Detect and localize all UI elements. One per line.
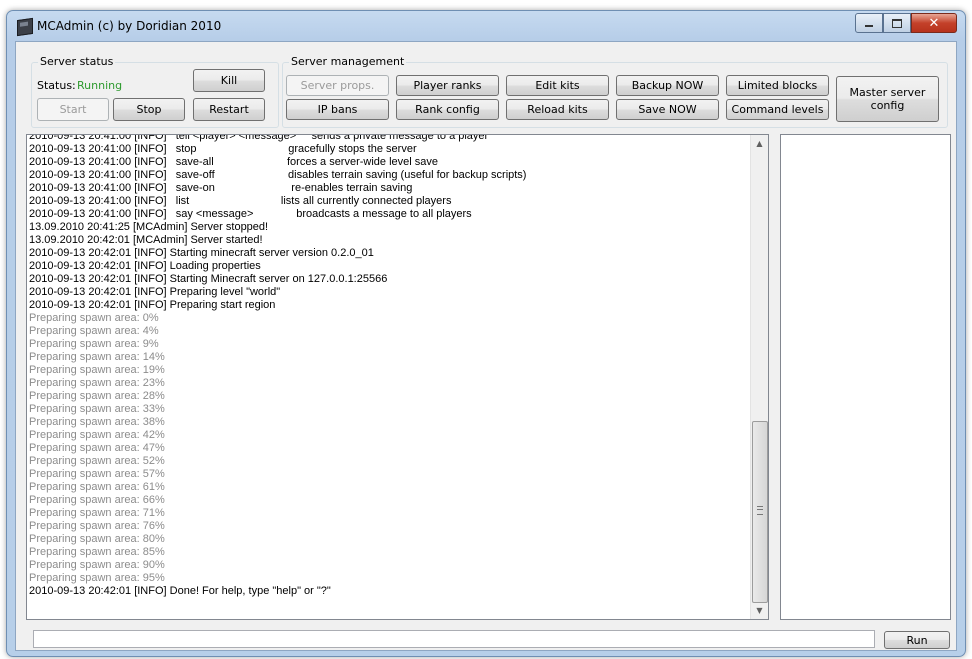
console-line: Preparing spawn area: 80% [29,533,165,545]
console-log[interactable]: 2010-09-13 20:41:00 [INFO] tell <player>… [26,134,769,620]
console-line: Preparing spawn area: 33% [29,403,165,415]
console-line: Preparing spawn area: 14% [29,351,165,363]
console-line: 2010-09-13 20:41:00 [INFO] save-all forc… [29,156,439,168]
console-lines: 2010-09-13 20:41:00 [INFO] tell <player>… [29,134,750,598]
rank-config-button[interactable]: Rank config [396,99,499,120]
status-value: Running [77,79,123,92]
console-line: Preparing spawn area: 90% [29,559,165,571]
console-line: Preparing spawn area: 9% [29,338,159,350]
player-ranks-button[interactable]: Player ranks [396,75,499,96]
title-bar[interactable]: MCAdmin (c) by Doridian 2010 ✕ [7,11,965,41]
console-line: 2010-09-13 20:42:01 [INFO] Done! For hel… [29,585,331,597]
console-line: Preparing spawn area: 71% [29,507,165,519]
backup-now-button[interactable]: Backup NOW [616,75,719,96]
console-line: Preparing spawn area: 19% [29,364,165,376]
maximize-icon [892,18,902,28]
console-line: 2010-09-13 20:42:01 [INFO] Loading prope… [29,260,261,272]
server-status-group-label: Server status [38,55,116,68]
command-input[interactable] [33,630,875,648]
console-line: Preparing spawn area: 4% [29,325,159,337]
grip-icon [757,506,763,515]
stop-button[interactable]: Stop [113,98,185,121]
console-line: 13.09.2010 20:41:25 [MCAdmin] Server sto… [29,221,269,233]
console-line: Preparing spawn area: 42% [29,429,165,441]
console-line: Preparing spawn area: 61% [29,481,165,493]
console-line: 2010-09-13 20:41:00 [INFO] list lists al… [29,195,452,207]
server-props-button[interactable]: Server props. [286,75,389,96]
client-area: Server status Status: Running Kill Start… [15,41,957,651]
console-line: 2010-09-13 20:42:01 [INFO] Starting Mine… [29,273,388,285]
start-button[interactable]: Start [37,98,109,121]
console-line: 13.09.2010 20:42:01 [MCAdmin] Server sta… [29,234,263,246]
console-line: Preparing spawn area: 52% [29,455,165,467]
server-management-group: Server management Server props. IP bans … [282,55,948,128]
console-line: 2010-09-13 20:42:01 [INFO] Starting mine… [29,247,374,259]
app-window: MCAdmin (c) by Doridian 2010 ✕ Server st… [6,10,966,657]
restart-button[interactable]: Restart [193,98,265,121]
console-line: Preparing spawn area: 0% [29,312,159,324]
console-line: Preparing spawn area: 76% [29,520,165,532]
console-line: 2010-09-13 20:42:01 [INFO] Preparing lev… [29,286,281,298]
minimize-icon [865,25,873,27]
console-line: Preparing spawn area: 47% [29,442,165,454]
player-list[interactable] [780,134,951,620]
console-line: 2010-09-13 20:42:01 [INFO] Preparing sta… [29,299,276,311]
console-line: Preparing spawn area: 38% [29,416,165,428]
console-scrollbar[interactable]: ▲ ▼ [750,135,768,619]
console-line: Preparing spawn area: 23% [29,377,165,389]
console-line: Preparing spawn area: 57% [29,468,165,480]
caption-buttons: ✕ [855,13,957,33]
console-line: 2010-09-13 20:41:00 [INFO] say <message>… [29,208,472,220]
close-button[interactable]: ✕ [911,13,957,33]
save-now-button[interactable]: Save NOW [616,99,719,120]
console-line: Preparing spawn area: 28% [29,390,165,402]
console-line: Preparing spawn area: 85% [29,546,165,558]
console-line: 2010-09-13 20:41:00 [INFO] save-on re-en… [29,182,413,194]
console-line: Preparing spawn area: 66% [29,494,165,506]
scroll-thumb[interactable] [752,421,768,603]
server-status-group: Server status Status: Running Kill Start… [31,55,279,128]
scroll-up-arrow-icon[interactable]: ▲ [751,135,768,152]
scroll-down-arrow-icon[interactable]: ▼ [751,602,768,619]
kill-button[interactable]: Kill [193,69,265,92]
ip-bans-button[interactable]: IP bans [286,99,389,120]
limited-blocks-button[interactable]: Limited blocks [726,75,829,96]
console-line: 2010-09-13 20:41:00 [INFO] stop graceful… [29,143,417,155]
reload-kits-button[interactable]: Reload kits [506,99,609,120]
command-levels-button[interactable]: Command levels [726,99,829,120]
console-line: 2010-09-13 20:41:00 [INFO] save-off disa… [29,169,527,181]
console-line: 2010-09-13 20:41:00 [INFO] tell <player>… [29,134,489,142]
minimize-button[interactable] [855,13,883,33]
run-button[interactable]: Run [884,631,950,649]
close-icon: ✕ [928,15,940,31]
minecraft-block-icon [17,17,33,37]
edit-kits-button[interactable]: Edit kits [506,75,609,96]
console-line: Preparing spawn area: 95% [29,572,165,584]
master-server-config-button[interactable]: Master server config [836,76,939,122]
status-label: Status: [37,79,76,92]
maximize-button[interactable] [883,13,911,33]
window-title: MCAdmin (c) by Doridian 2010 [37,19,222,33]
server-management-group-label: Server management [289,55,407,68]
